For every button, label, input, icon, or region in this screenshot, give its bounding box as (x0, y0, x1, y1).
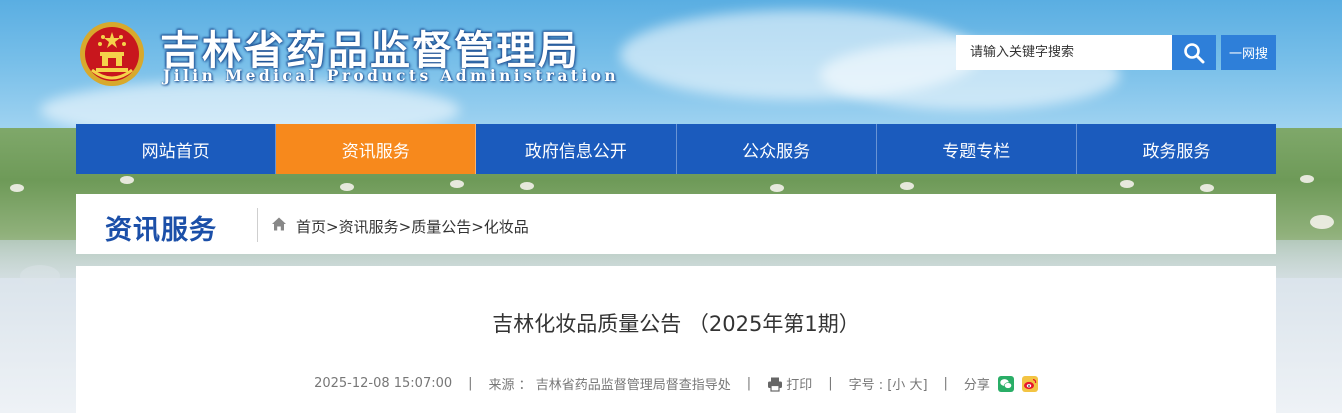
printer-icon[interactable] (767, 376, 783, 392)
nav-item-gov-info[interactable]: 政府信息公开 (476, 124, 677, 174)
font-size-control[interactable]: 字号 : [小 大] (849, 374, 928, 393)
meta-separator: | (746, 376, 752, 391)
nav-item-special-topics[interactable]: 专题专栏 (877, 124, 1077, 174)
article-meta: 2025-12-08 15:07:00 | 来源 ： 吉林省药品监督管理局督查指… (76, 374, 1276, 393)
nav-item-home[interactable]: 网站首页 (76, 124, 277, 174)
yiwang-search-button[interactable]: 一网搜 (1221, 35, 1276, 70)
breadcrumb-separator: > (326, 218, 339, 236)
sheep (520, 182, 534, 190)
sheep (770, 184, 784, 192)
national-emblem-icon (80, 22, 144, 86)
sheep (1300, 175, 1314, 183)
share-label: 分享 (963, 378, 990, 393)
search-input[interactable] (956, 35, 1172, 70)
breadcrumb-separator: > (471, 218, 484, 236)
breadcrumb-news-service[interactable]: 资讯服务 (339, 218, 399, 236)
source-label: 来源 ： 吉林省药品监督管理局督查指导处 (488, 378, 731, 393)
meta-separator: | (468, 376, 473, 391)
section-title: 资讯服务 (105, 215, 217, 246)
breadcrumb-bar: 资讯服务 首页>资讯服务>质量公告>化妆品 (76, 194, 1276, 254)
breadcrumb-quality-notice[interactable]: 质量公告 (411, 218, 471, 236)
meta-separator: | (943, 376, 948, 391)
publish-datetime: 2025-12-08 15:07:00 (314, 376, 453, 391)
nav-item-news-service[interactable]: 资讯服务 (276, 124, 477, 174)
sheep (340, 183, 354, 191)
site-subtitle: Jilin Medical Products Administration (163, 66, 620, 85)
sheep (10, 184, 24, 192)
breadcrumb: 首页>资讯服务>质量公告>化妆品 (296, 216, 529, 237)
print-button[interactable]: 打印 (786, 374, 812, 393)
article-panel: 吉林化妆品质量公告 （2025年第1期） 2025-12-08 15:07:00… (76, 266, 1276, 413)
search-icon (1184, 42, 1205, 63)
sheep (450, 180, 464, 188)
sheep (1200, 184, 1214, 192)
search-button[interactable] (1172, 35, 1216, 70)
sheep (900, 182, 914, 190)
sheep (1120, 180, 1134, 188)
sheep (1310, 215, 1334, 229)
home-icon (272, 217, 286, 231)
nav-item-gov-service[interactable]: 政务服务 (1077, 124, 1276, 174)
main-nav: 网站首页 资讯服务 政府信息公开 公众服务 专题专栏 政务服务 (76, 124, 1276, 174)
breadcrumb-cosmetics[interactable]: 化妆品 (484, 218, 529, 236)
sheep (120, 176, 134, 184)
wechat-icon[interactable] (997, 375, 1014, 392)
meta-separator: | (828, 376, 833, 391)
breadcrumb-home[interactable]: 首页 (296, 218, 326, 236)
weibo-icon[interactable] (1021, 375, 1038, 392)
article-title: 吉林化妆品质量公告 （2025年第1期） (492, 312, 860, 336)
breadcrumb-separator: > (398, 218, 412, 236)
nav-item-public-service[interactable]: 公众服务 (677, 124, 877, 174)
divider (257, 208, 258, 242)
